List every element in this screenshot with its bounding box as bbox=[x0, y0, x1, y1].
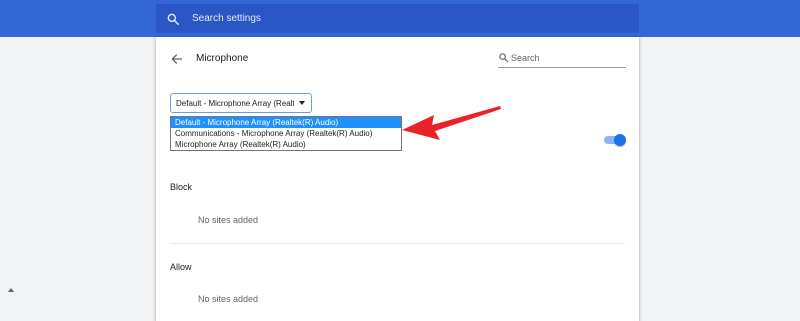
site-search-input[interactable] bbox=[511, 51, 621, 65]
divider bbox=[170, 243, 625, 244]
dropdown-option[interactable]: Default - Microphone Array (Realtek(R) A… bbox=[171, 117, 401, 128]
top-bar: Search settings bbox=[0, 0, 800, 37]
microphone-select[interactable]: Default - Microphone Array (Realtek(R) A… bbox=[170, 93, 312, 113]
allow-section-title: Allow bbox=[170, 262, 192, 272]
settings-search-placeholder: Search settings bbox=[192, 13, 261, 24]
annotation-arrow-icon bbox=[402, 106, 501, 140]
settings-search-box[interactable]: Search settings bbox=[156, 4, 639, 33]
block-section-title: Block bbox=[170, 182, 193, 192]
site-search[interactable] bbox=[498, 51, 626, 68]
page-title: Microphone bbox=[196, 53, 249, 64]
allow-empty-text: No sites added bbox=[198, 294, 259, 304]
toggle-knob bbox=[614, 134, 626, 146]
ask-before-access-toggle[interactable] bbox=[604, 134, 626, 146]
dropdown-option[interactable]: Microphone Array (Realtek(R) Audio) bbox=[171, 139, 401, 150]
scroll-up-icon[interactable] bbox=[8, 288, 14, 292]
back-arrow-icon[interactable] bbox=[170, 52, 184, 66]
dropdown-option[interactable]: Communications - Microphone Array (Realt… bbox=[171, 128, 401, 139]
block-empty-text: No sites added bbox=[198, 215, 259, 225]
search-icon bbox=[499, 53, 509, 63]
microphone-dropdown-list[interactable]: Default - Microphone Array (Realtek(R) A… bbox=[170, 116, 402, 151]
microphone-select-value: Default - Microphone Array (Realtek(R) A… bbox=[176, 99, 294, 108]
caret-down-icon bbox=[299, 101, 305, 105]
microphone-settings-card: Microphone Default - Microphone Array (R… bbox=[156, 37, 639, 321]
search-icon bbox=[167, 13, 179, 25]
